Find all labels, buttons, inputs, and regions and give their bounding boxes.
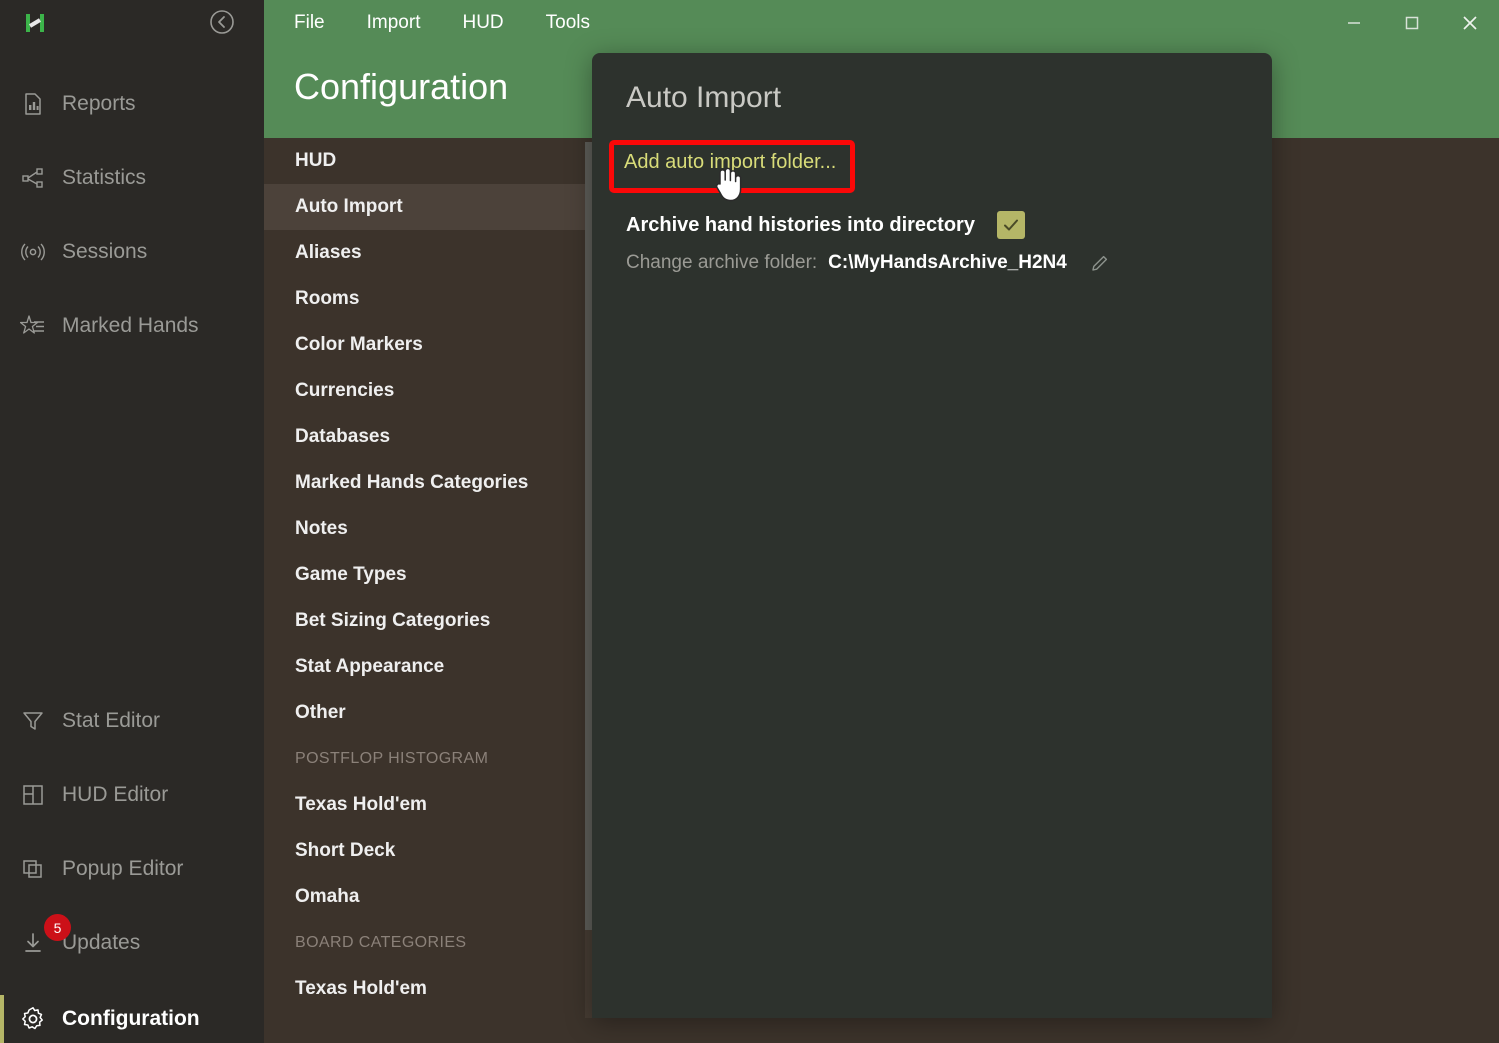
statistics-share-icon (18, 163, 48, 193)
config-section-postflop-histogram: POSTFLOP HISTOGRAM (295, 750, 489, 767)
archive-hand-histories-label: Archive hand histories into directory (626, 213, 975, 236)
config-list-scrollbar-thumb[interactable] (585, 142, 592, 930)
auto-import-panel: Auto Import Add auto import folder... Ar… (592, 53, 1272, 1018)
config-item-game-types[interactable]: Game Types (264, 552, 592, 598)
sidebar-item-label: Marked Hands (62, 314, 199, 337)
sidebar-item-stat-editor[interactable]: Stat Editor (0, 697, 264, 745)
config-item-color-markers[interactable]: Color Markers (264, 322, 592, 368)
sidebar: Reports Statistics Sessions Marked Hands… (0, 0, 264, 1043)
configuration-list[interactable]: HUD Auto Import Aliases Rooms Color Mark… (264, 138, 592, 1043)
menu-item-file[interactable]: File (282, 8, 337, 38)
download-icon: 5 (18, 914, 71, 958)
config-item-currencies[interactable]: Currencies (264, 368, 592, 414)
layout-grid-icon (18, 780, 48, 810)
panel-title: Auto Import (626, 81, 782, 114)
sidebar-item-reports[interactable]: Reports (0, 80, 264, 128)
sessions-signal-icon (18, 237, 48, 267)
sidebar-item-statistics[interactable]: Statistics (0, 154, 264, 202)
sidebar-header (0, 0, 264, 48)
checkmark-icon (1003, 219, 1018, 231)
sidebar-item-hud-editor[interactable]: HUD Editor (0, 771, 264, 819)
sidebar-item-label: Reports (62, 92, 136, 115)
change-archive-folder-value: C:\MyHandsArchive_H2N4 (828, 252, 1067, 273)
gear-icon (18, 1004, 48, 1034)
config-item-postflop-omaha[interactable]: Omaha (264, 874, 592, 920)
windows-stack-icon (18, 854, 48, 884)
menu-item-hud[interactable]: HUD (450, 8, 515, 38)
collapse-sidebar-button[interactable] (208, 8, 236, 36)
active-item-accent-bar (0, 995, 4, 1043)
sidebar-item-label: Popup Editor (62, 857, 184, 880)
config-item-aliases[interactable]: Aliases (264, 230, 592, 276)
sidebar-item-configuration[interactable]: Configuration (0, 995, 264, 1043)
config-item-other[interactable]: Other (264, 690, 592, 736)
report-chart-icon (18, 89, 48, 119)
sidebar-item-popup-editor[interactable]: Popup Editor (0, 845, 264, 893)
menu-item-tools[interactable]: Tools (534, 8, 602, 38)
maximize-icon[interactable] (1383, 0, 1441, 46)
sidebar-item-label: Sessions (62, 240, 148, 263)
change-archive-folder-row: Change archive folder: C:\MyHandsArchive… (626, 252, 1111, 274)
config-section-board-categories: BOARD CATEGORIES (295, 934, 467, 951)
config-item-rooms[interactable]: Rooms (264, 276, 592, 322)
sidebar-item-marked-hands[interactable]: Marked Hands (0, 302, 264, 350)
config-item-auto-import[interactable]: Auto Import (264, 184, 592, 230)
config-item-notes[interactable]: Notes (264, 506, 592, 552)
archive-hand-histories-row: Archive hand histories into directory (626, 211, 1025, 239)
close-icon[interactable] (1441, 0, 1499, 46)
sidebar-item-updates[interactable]: 5 Updates (0, 914, 264, 967)
sidebar-item-label: Stat Editor (62, 709, 161, 732)
config-item-postflop-texas-holdem[interactable]: Texas Hold'em (264, 782, 592, 828)
change-archive-folder-label: Change archive folder: (626, 252, 818, 273)
config-item-stat-appearance[interactable]: Stat Appearance (264, 644, 592, 690)
window-controls (1325, 0, 1499, 46)
sidebar-item-sessions[interactable]: Sessions (0, 228, 264, 276)
config-item-databases[interactable]: Databases (264, 414, 592, 460)
archive-hand-histories-checkbox[interactable] (996, 211, 1025, 239)
config-item-hud[interactable]: HUD (264, 138, 592, 184)
config-item-marked-hands-categories[interactable]: Marked Hands Categories (264, 460, 592, 506)
funnel-icon (18, 706, 48, 736)
minimize-icon[interactable] (1325, 0, 1383, 46)
sidebar-item-label: Updates (62, 931, 141, 954)
config-item-bet-sizing-categories[interactable]: Bet Sizing Categories (264, 598, 592, 644)
config-item-board-texas-holdem[interactable]: Texas Hold'em (264, 966, 592, 1012)
page-title: Configuration (294, 66, 509, 107)
menu-item-import[interactable]: Import (355, 8, 433, 38)
sidebar-item-label: Statistics (62, 166, 147, 189)
pencil-icon[interactable] (1089, 252, 1111, 274)
add-auto-import-folder-button[interactable]: Add auto import folder... (612, 141, 848, 184)
sidebar-item-label: HUD Editor (62, 783, 169, 806)
hand2note-h-logo-icon (20, 8, 50, 38)
updates-count-badge: 5 (44, 914, 71, 941)
menubar: File Import HUD Tools (264, 0, 602, 46)
star-list-icon (18, 311, 48, 341)
config-item-postflop-short-deck[interactable]: Short Deck (264, 828, 592, 874)
sidebar-item-label: Configuration (62, 1007, 200, 1030)
